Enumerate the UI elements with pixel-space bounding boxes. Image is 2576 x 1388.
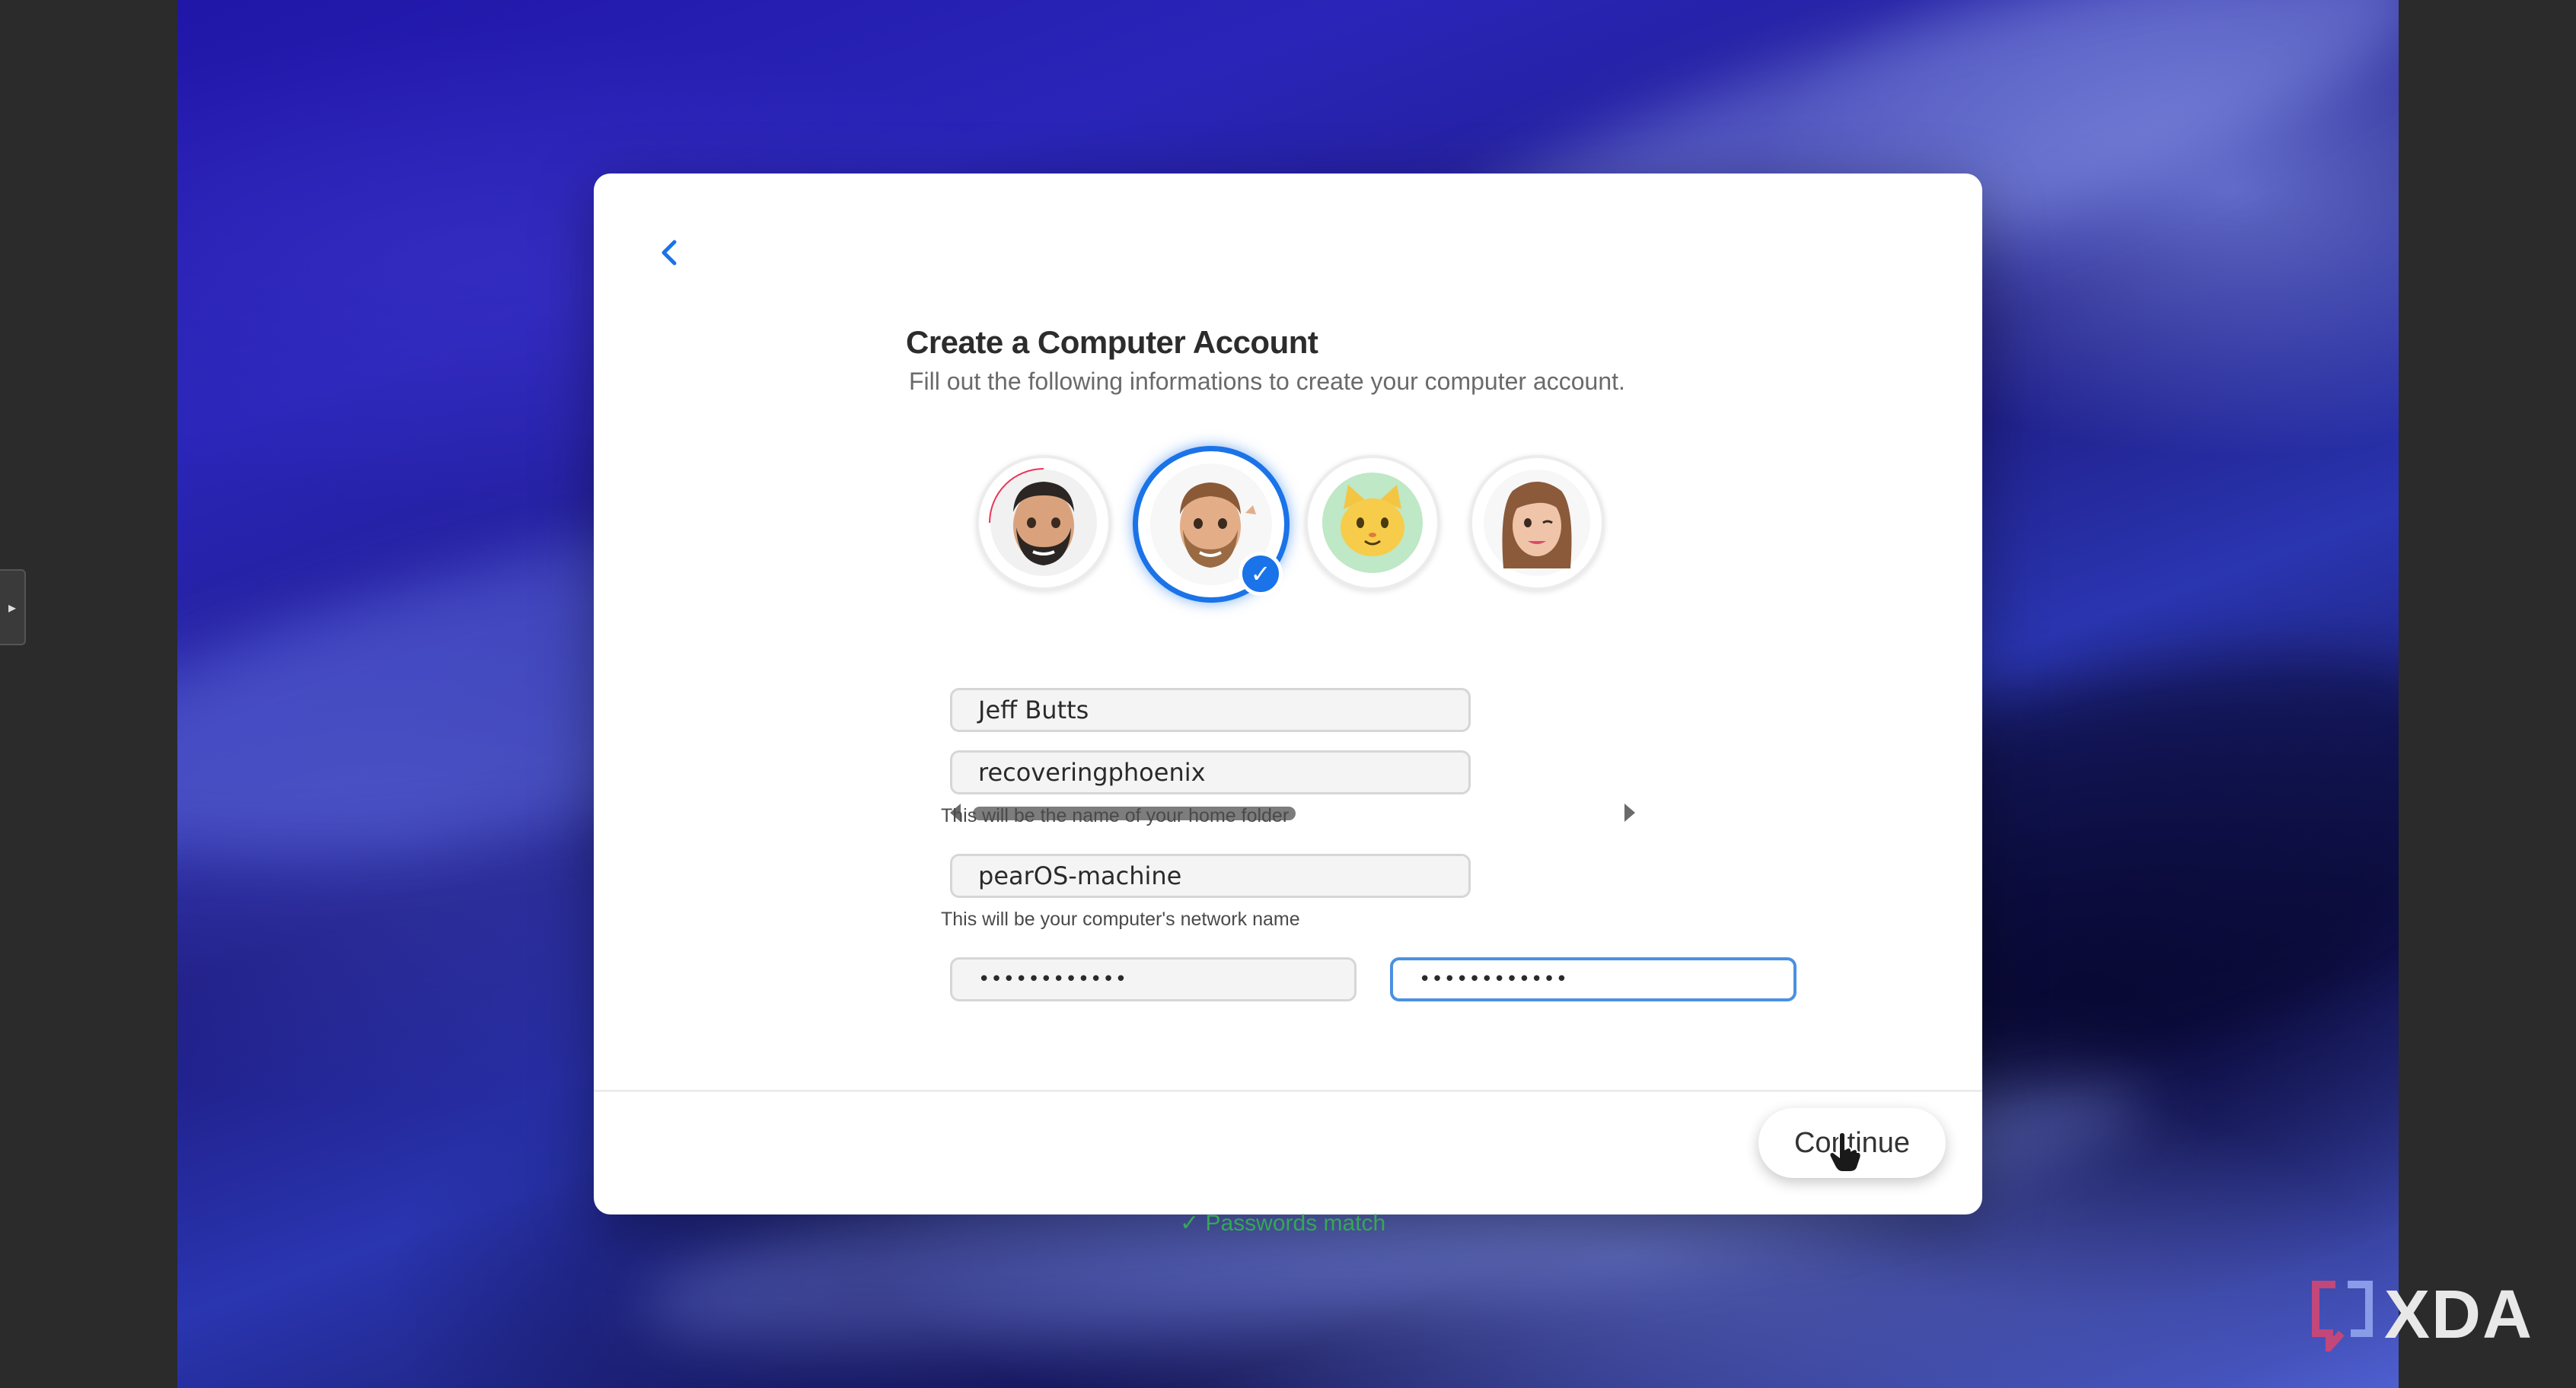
woman-memoji-icon <box>1484 470 1590 576</box>
side-panel-toggle[interactable]: ▸ <box>0 569 26 645</box>
page-subtitle: Fill out the following informations to c… <box>909 368 1625 395</box>
watermark-text: XDA <box>2384 1277 2534 1353</box>
password-field[interactable]: •••••••••••• <box>950 957 1357 1001</box>
avatar-option-ginger-man[interactable]: ✓ <box>1133 446 1290 603</box>
chevron-left-icon <box>662 240 677 266</box>
selected-check-icon: ✓ <box>1239 552 1283 596</box>
password-match-status: ✓ Passwords match <box>1180 1211 1386 1236</box>
avatar-option-bearded-man[interactable] <box>976 455 1111 591</box>
page-title: Create a Computer Account <box>906 324 1318 360</box>
footer-divider <box>594 1090 1982 1092</box>
bearded-man-memoji-icon <box>989 468 1097 576</box>
hand-cursor-icon <box>1828 1131 1862 1176</box>
computer-name-field[interactable]: pearOS-machine <box>950 854 1471 898</box>
avatar-option-cat[interactable] <box>1305 455 1440 591</box>
scroll-right-arrow-icon[interactable] <box>1624 804 1635 822</box>
computer-name-hint: This will be your computer's network nam… <box>941 909 1300 930</box>
account-name-field[interactable]: recoveringphoenix <box>950 750 1471 794</box>
back-button[interactable] <box>649 231 691 274</box>
setup-dialog: Create a Computer Account Fill out the f… <box>594 174 1982 1236</box>
confirm-password-field[interactable]: •••••••••••• <box>1390 957 1797 1001</box>
caret-right-icon: ▸ <box>8 599 17 616</box>
full-name-field[interactable]: Jeff Butts <box>950 688 1471 732</box>
xda-watermark: XDA <box>2308 1278 2533 1351</box>
avatar-option-woman[interactable] <box>1469 455 1605 591</box>
account-name-hint: This will be the name of your home folde… <box>941 805 1290 826</box>
xda-logo-icon <box>2312 1281 2373 1351</box>
screen: ▸ Create a Computer Account Fill out the… <box>0 0 2576 1388</box>
cat-memoji-icon <box>1322 473 1423 573</box>
